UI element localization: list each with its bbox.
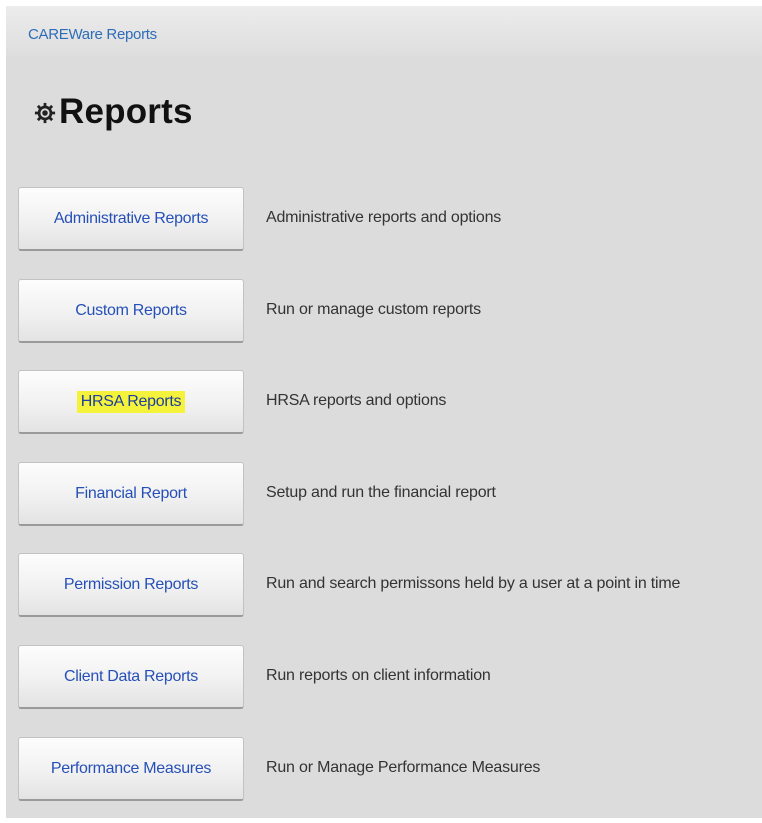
report-row-hrsa: HRSA Reports HRSA reports and options [18, 370, 762, 434]
permission-reports-description: Run and search permissons held by a user… [266, 575, 681, 592]
page-title-text: Reports [59, 92, 193, 131]
report-row-client-data: Client Data Reports Run reports on clien… [18, 645, 762, 709]
reports-page: CAREWare Reports Reports Administrative … [6, 6, 762, 818]
performance-measures-button-label: Performance Measures [50, 759, 212, 777]
report-row-performance: Performance Measures Run or Manage Perfo… [18, 737, 762, 801]
report-row-administrative: Administrative Reports Administrative re… [18, 187, 762, 251]
hrsa-reports-button-label: HRSA Reports [76, 390, 186, 413]
report-row-financial: Financial Report Setup and run the finan… [18, 462, 762, 526]
report-row-custom: Custom Reports Run or manage custom repo… [18, 279, 762, 343]
breadcrumb-careware-reports[interactable]: CAREWare Reports [28, 26, 157, 43]
gear-icon [34, 102, 56, 124]
administrative-reports-button[interactable]: Administrative Reports [18, 187, 244, 251]
permission-reports-button-label: Permission Reports [63, 575, 199, 593]
page-title: Reports [34, 92, 193, 132]
hrsa-reports-button[interactable]: HRSA Reports [18, 370, 244, 434]
administrative-reports-description: Administrative reports and options [266, 209, 502, 226]
report-row-permission: Permission Reports Run and search permis… [18, 553, 762, 617]
client-data-reports-description: Run reports on client information [266, 667, 491, 684]
custom-reports-description: Run or manage custom reports [266, 301, 481, 318]
administrative-reports-button-label: Administrative Reports [53, 209, 209, 227]
financial-report-button-label: Financial Report [75, 484, 187, 502]
permission-reports-button[interactable]: Permission Reports [18, 553, 244, 617]
custom-reports-button-label: Custom Reports [75, 301, 187, 319]
performance-measures-button[interactable]: Performance Measures [18, 737, 244, 801]
custom-reports-button[interactable]: Custom Reports [18, 279, 244, 343]
financial-report-description: Setup and run the financial report [266, 484, 496, 501]
performance-measures-description: Run or Manage Performance Measures [266, 759, 541, 776]
client-data-reports-button-label: Client Data Reports [64, 667, 198, 685]
client-data-reports-button[interactable]: Client Data Reports [18, 645, 244, 709]
header-bar: CAREWare Reports [6, 6, 762, 56]
financial-report-button[interactable]: Financial Report [18, 462, 244, 526]
hrsa-reports-description: HRSA reports and options [266, 392, 447, 409]
